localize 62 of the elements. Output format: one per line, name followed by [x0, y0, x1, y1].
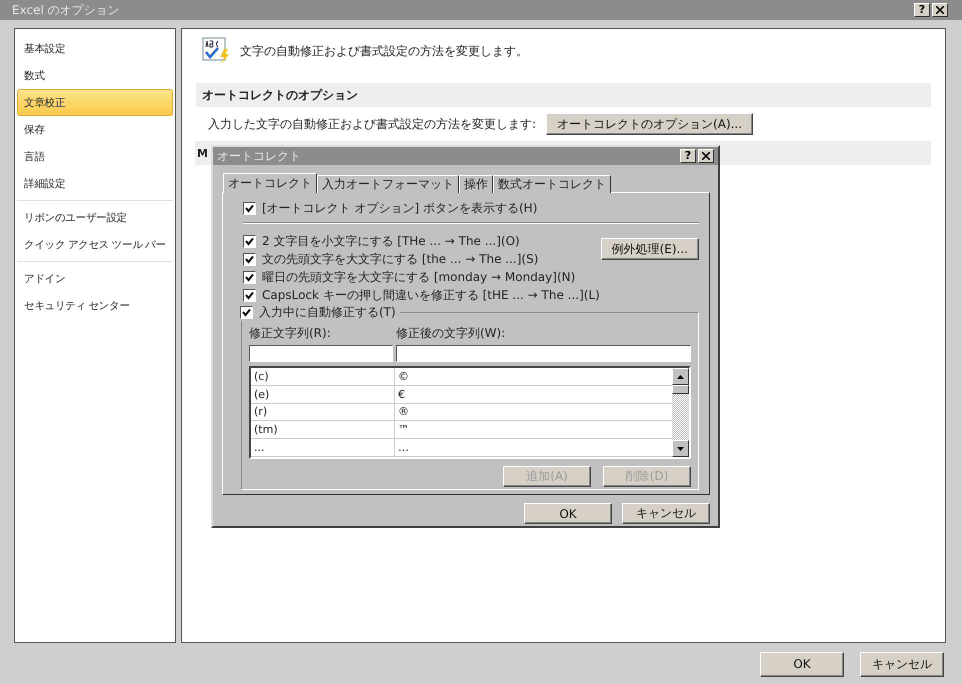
sidebar-item[interactable]: 詳細設定: [17, 170, 173, 197]
table-cell: (c): [251, 368, 395, 385]
checkbox[interactable]: [243, 288, 256, 302]
table-cell-text: ©: [397, 368, 410, 385]
checkbox[interactable]: [243, 202, 256, 214]
checkbox[interactable]: [240, 306, 253, 318]
autocorrect-options-button[interactable]: オートコレクトのオプション(A)...: [546, 113, 754, 135]
option-description: 入力した文字の自動修正および書式設定の方法を変更します:: [208, 116, 536, 132]
spellcheck-icon: [202, 37, 232, 65]
tab[interactable]: オートコレクト: [223, 173, 317, 193]
close-icon: [936, 6, 944, 14]
dialog-button[interactable]: キャンセル: [860, 652, 944, 676]
table-cell-text: ™: [397, 422, 410, 438]
help-button[interactable]: ?: [914, 3, 930, 17]
scroll-thumb[interactable]: [672, 385, 689, 394]
exceptions-button[interactable]: 例外処理(E)...: [600, 238, 699, 260]
checkbox-label: 入力中に自動修正する(T): [259, 304, 396, 320]
section-header: オートコレクトのオプション: [196, 83, 931, 107]
field-label: 修正後の文字列(W):: [396, 325, 506, 342]
dialog-button[interactable]: OK: [524, 503, 612, 524]
dialog-button[interactable]: キャンセル: [622, 503, 710, 524]
close-button[interactable]: [932, 3, 948, 17]
scrollbar[interactable]: [672, 368, 689, 457]
table-cell-text: ®: [397, 404, 410, 420]
sidebar-item[interactable]: 保存: [17, 116, 173, 143]
table-cell: (tm): [251, 421, 395, 438]
sidebar-item[interactable]: 数式: [17, 62, 173, 89]
tab[interactable]: 操作: [459, 175, 493, 193]
checkbox[interactable]: [243, 270, 256, 284]
help-button[interactable]: ?: [680, 149, 696, 163]
field-label: 修正文字列(R):: [249, 325, 332, 342]
sidebar-item[interactable]: 文章校正: [17, 89, 173, 116]
close-button[interactable]: [698, 149, 714, 163]
table-cell-text: …: [397, 440, 410, 456]
sidebar-item[interactable]: 基本設定: [17, 35, 173, 62]
dialog-button[interactable]: OK: [760, 652, 844, 676]
checkbox-label: 曜日の先頭文字を大文字にする [monday → Monday](N): [262, 268, 576, 286]
checkbox-label: 文の先頭文字を大文字にする [the ... → The ...](S): [262, 250, 538, 268]
sidebar-item[interactable]: セキュリティ センター: [17, 292, 173, 319]
checkbox[interactable]: [243, 234, 256, 248]
table-cell: (e): [251, 386, 395, 403]
sidebar-item[interactable]: クイック アクセス ツール バー: [17, 231, 173, 258]
table-cell: ...: [251, 439, 395, 456]
checkbox-label: CapsLock キーの押し間違いを修正する [tHE ... → The ...](L): [262, 286, 600, 304]
sidebar-item[interactable]: 言語: [17, 143, 173, 170]
sidebar-item[interactable]: リボンのユーザー設定: [17, 204, 173, 231]
checkbox-label: 2 文字目を小文字にする [THe ... → The ...](O): [262, 232, 520, 250]
window-title: Excel のオプション: [12, 2, 120, 18]
down-arrow-icon: [677, 446, 684, 450]
tab[interactable]: 数式オートコレクト: [493, 175, 611, 193]
checkbox-label: [オートコレクト オプション] ボタンを表示する(H): [262, 200, 538, 216]
replace-field[interactable]: [249, 345, 393, 362]
with-field[interactable]: [396, 345, 691, 362]
sidebar-item[interactable]: アドイン: [17, 265, 173, 292]
tab[interactable]: 入力オートフォーマット: [317, 175, 459, 193]
table-cell-text: €: [397, 386, 406, 403]
table-cell: (r): [251, 404, 395, 420]
up-arrow-icon: [677, 374, 684, 378]
close-icon: [702, 152, 710, 160]
checkbox[interactable]: [243, 252, 256, 266]
dialog-title: オートコレクト: [217, 148, 301, 164]
page-heading: 文字の自動修正および書式設定の方法を変更します。: [240, 42, 528, 60]
